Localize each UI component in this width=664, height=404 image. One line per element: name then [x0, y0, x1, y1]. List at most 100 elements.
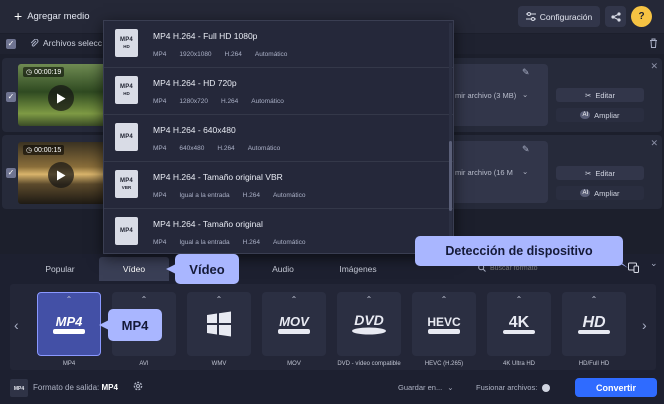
scissors-icon: ✂	[585, 168, 592, 178]
preset-item[interactable]: MP4 MP4 H.264 - 640x480 MP4 640x480 H.264 A…	[104, 115, 453, 162]
play-button[interactable]	[48, 85, 74, 111]
sliders-icon	[525, 12, 536, 21]
output-settings[interactable]: mir archivo (16 M ⌄ ✎	[452, 141, 548, 203]
preset-title: MP4 H.264 - Full HD 1080p	[153, 31, 258, 41]
help-button[interactable]: ?	[631, 6, 652, 27]
chevron-down-icon: ⌄	[447, 383, 454, 392]
files-selected: Archivos selecc	[30, 38, 102, 48]
preset-meta: MP4 Igual a la entrada H.264 Automático	[153, 239, 306, 246]
scissors-icon: ✂	[585, 90, 592, 100]
chevron-down-icon: ⌄	[522, 90, 529, 99]
hd-logo-icon: HD	[578, 314, 610, 334]
chevron-up-icon: ⌃	[140, 295, 148, 304]
edit-button[interactable]: ✂ Editar	[556, 166, 644, 180]
clock-icon: ◷	[26, 147, 33, 154]
output-size-label: mir archivo (3 MB)	[455, 91, 517, 100]
save-in-label: Guardar en...	[398, 383, 443, 392]
preset-title: MP4 H.264 - 640x480	[153, 125, 236, 135]
chevron-up-icon: ⌃	[440, 295, 448, 304]
chevron-up-icon: ⌃	[65, 295, 73, 304]
save-to-dropdown[interactable]: Guardar en... ⌄	[398, 383, 454, 392]
preset-meta: MP4 1280x720 H.264 Automático	[153, 98, 284, 105]
mp4-file-icon: MP4 VBR	[115, 170, 138, 198]
tab-popular[interactable]: Popular	[23, 257, 97, 281]
preset-item[interactable]: MP4 HD MP4 H.264 - Full HD 1080p MP4 1920x…	[104, 21, 453, 68]
settings-button[interactable]: Configuración	[518, 6, 600, 27]
merge-label: Fusionar archivos:	[476, 383, 538, 392]
output-settings[interactable]: mir archivo (3 MB) ⌄ ✎	[452, 64, 548, 126]
enhance-label: Ampliar	[594, 110, 620, 120]
callout-pointer	[614, 260, 628, 268]
select-all-checkbox[interactable]: ✓	[6, 39, 16, 49]
mp4-file-icon: MP4 HD	[115, 76, 138, 104]
duration-badge: ◷ 00:00:15	[23, 145, 65, 155]
play-button[interactable]	[48, 162, 74, 188]
play-icon	[57, 93, 66, 103]
file-checkbox[interactable]: ✓	[6, 92, 16, 102]
chevron-down-icon: ⌄	[522, 167, 529, 176]
tab-video[interactable]: Vídeo	[99, 257, 169, 281]
svg-text:4K: 4K	[509, 314, 530, 331]
preset-item[interactable]: MP4 VBR MP4 H.264 - Tamaño original VBR M…	[104, 162, 453, 209]
chevron-up-icon: ⌃	[365, 295, 373, 304]
settings-label: Configuración	[539, 11, 593, 22]
svg-text:HD: HD	[582, 314, 606, 331]
preset-item[interactable]: MP4 MP4 H.264 - Tamaño original MP4 Igual…	[104, 209, 453, 253]
svg-text:MP4: MP4	[14, 386, 25, 392]
chevron-up-icon: ⌃	[290, 295, 298, 304]
preset-meta: MP4 640x480 H.264 Automático	[153, 145, 281, 152]
hevc-logo-icon: HEVC	[427, 315, 461, 334]
preset-item[interactable]: MP4 HD MP4 H.264 - HD 720p MP4 1280x720 H.2…	[104, 68, 453, 115]
dvd-logo-icon: DVD	[352, 312, 386, 335]
preset-dropdown: MP4 HD MP4 H.264 - Full HD 1080p MP4 1920x…	[103, 20, 454, 254]
merge-toggle[interactable]	[542, 383, 551, 392]
duration-badge: ◷ 00:00:19	[23, 67, 65, 77]
tab-images[interactable]: Imágenes	[322, 257, 394, 281]
chevron-up-icon: ⌃	[515, 295, 523, 304]
duration-label: 00:00:19	[34, 69, 62, 76]
enhance-label: Ampliar	[594, 188, 620, 198]
output-format-label: Formato de salida:	[33, 383, 100, 392]
mov-logo-icon: MOV	[278, 314, 310, 334]
plus-icon: +	[14, 8, 23, 24]
merge-files: Fusionar archivos:	[476, 383, 551, 392]
files-selected-label: Archivos selecc	[43, 38, 103, 48]
preset-title: MP4 H.264 - HD 720p	[153, 78, 237, 88]
output-size-label: mir archivo (16 M	[455, 168, 513, 177]
callout-pointer	[99, 320, 109, 330]
close-icon[interactable]: ✕	[650, 138, 658, 149]
pencil-icon[interactable]: ✎	[522, 144, 530, 155]
enhance-button[interactable]: AI Ampliar	[556, 186, 644, 200]
trash-icon[interactable]	[649, 38, 658, 48]
chevron-left-icon[interactable]: ‹	[14, 317, 19, 333]
file-checkbox[interactable]: ✓	[6, 168, 16, 178]
share-icon	[610, 11, 621, 22]
output-format-icon: MP4	[10, 379, 28, 397]
add-media-button[interactable]: + Agregar medio	[8, 6, 96, 26]
mp4-file-icon: MP4 HD	[115, 29, 138, 57]
gear-icon[interactable]	[132, 380, 144, 392]
tab-audio[interactable]: Audio	[247, 257, 319, 281]
edit-button[interactable]: ✂ Editar	[556, 88, 644, 102]
device-detection-callout: Detección de dispositivo	[415, 236, 623, 266]
windows-logo-icon	[207, 311, 231, 337]
format-label: HD/Full HD	[578, 361, 610, 367]
preset-title: MP4 H.264 - Tamaño original VBR	[153, 172, 283, 182]
preset-meta: MP4 1920x1080 H.264 Automático	[153, 51, 288, 58]
output-format: Formato de salida: MP4	[33, 383, 118, 392]
close-icon[interactable]: ✕	[650, 61, 658, 72]
dropdown-scrollbar[interactable]	[449, 23, 452, 251]
pencil-icon[interactable]: ✎	[522, 67, 530, 78]
enhance-button[interactable]: AI Ampliar	[556, 108, 644, 122]
collapse-panel-icon[interactable]: ⌄	[650, 258, 658, 269]
device-detection-icon[interactable]	[628, 262, 639, 273]
ai-icon: AI	[580, 111, 591, 119]
ai-icon: AI	[580, 189, 591, 197]
svg-text:MP4: MP4	[56, 314, 84, 329]
chevron-up-icon: ⌃	[215, 295, 223, 304]
paperclip-icon	[30, 38, 39, 48]
share-button[interactable]	[605, 6, 626, 27]
chevron-right-icon[interactable]: ›	[642, 317, 647, 333]
mp4-file-icon: MP4	[115, 123, 138, 151]
convert-button[interactable]: Convertir	[575, 378, 657, 397]
